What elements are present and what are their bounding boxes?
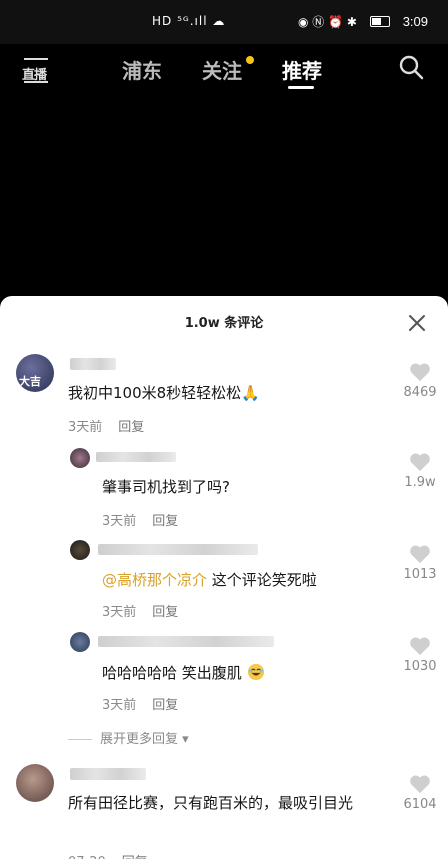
live-button[interactable]: 直播 [22, 54, 50, 84]
tab-recommended[interactable]: 推荐 [282, 55, 322, 84]
laughing-emoji-icon [247, 663, 264, 681]
comment-meta: 07-20 回复 [68, 851, 148, 859]
new-content-dot [246, 56, 254, 64]
search-icon[interactable] [398, 54, 424, 80]
username-blurred[interactable] [70, 358, 116, 370]
active-tab-indicator [288, 86, 314, 89]
avatar[interactable] [70, 540, 90, 560]
like-button[interactable]: 8469 [398, 362, 442, 400]
like-count: 1013 [403, 567, 437, 582]
top-nav: 直播 浦东 关注 推荐 [0, 44, 448, 94]
comment-body: 这个评论笑死啦 [207, 571, 317, 589]
heart-icon [410, 545, 430, 564]
like-count: 1030 [403, 659, 437, 674]
like-button[interactable]: 1013 [398, 544, 442, 582]
live-icon [24, 58, 48, 60]
reply-button[interactable]: 回复 [118, 420, 144, 435]
username-blurred[interactable] [96, 452, 176, 462]
reply-button[interactable]: 回复 [152, 698, 178, 713]
username-blurred[interactable] [98, 636, 274, 647]
expand-replies-button[interactable]: 展开更多回复 ▾ [68, 728, 189, 747]
reply-button[interactable]: 回复 [122, 855, 148, 859]
comment-body: 哈哈哈哈哈 笑出腹肌 [102, 664, 242, 682]
reply-button[interactable]: 回复 [152, 605, 178, 620]
comment-text: @高桥那个凉介 这个评论笑死啦 [102, 569, 317, 590]
comment-time: 07-20 [68, 855, 106, 859]
avatar[interactable] [70, 448, 90, 468]
avatar-badge-text: 大吉 [19, 375, 41, 388]
comments-count-title: 1.0w 条评论 [184, 316, 264, 331]
avatar[interactable] [70, 632, 90, 652]
like-count: 1.9w [404, 475, 436, 490]
status-bar: HD ⁵ᴳ.ıll ☁ ◉ Ⓝ ⏰ ✱ 3:09 [0, 0, 448, 44]
avatar[interactable] [16, 764, 54, 802]
like-button[interactable]: 1.9w [398, 452, 442, 490]
divider [68, 739, 92, 740]
comment-text: 所有田径比赛，只有跑百米的，最吸引目光 [68, 794, 354, 812]
heart-icon [410, 453, 430, 472]
comment-time: 3天前 [102, 698, 137, 713]
tab-pudong[interactable]: 浦东 [122, 55, 162, 84]
clock: 3:09 [402, 14, 428, 29]
comment-time: 3天前 [68, 420, 103, 435]
expand-replies-label: 展开更多回复 ▾ [100, 732, 189, 747]
heart-icon [410, 637, 430, 656]
comments-sheet: 1.0w 条评论 大吉 我初中100米8秒轻轻松松🙏 3天前 回复 8469 肇事… [0, 296, 448, 859]
username-blurred[interactable] [98, 544, 258, 555]
network-icons: HD ⁵ᴳ.ıll ☁ [152, 14, 226, 28]
like-button[interactable]: 6104 [398, 774, 442, 812]
comment-meta: 3天前 回复 [68, 416, 144, 435]
mention-link[interactable]: @高桥那个凉介 [102, 571, 207, 589]
heart-icon [410, 363, 430, 382]
heart-icon [410, 775, 430, 794]
username-blurred[interactable] [70, 768, 146, 780]
status-icons: ◉ Ⓝ ⏰ ✱ [298, 15, 357, 29]
tab-following[interactable]: 关注 [202, 55, 242, 84]
comment-meta: 3天前 回复 [102, 694, 178, 713]
comment-text: 哈哈哈哈哈 笑出腹肌 [102, 662, 265, 683]
comment-text: 肇事司机找到了吗? [102, 478, 230, 496]
comment-meta: 3天前 回复 [102, 601, 178, 620]
like-count: 6104 [403, 797, 437, 812]
comment-meta: 3天前 回复 [102, 510, 178, 529]
like-button[interactable]: 1030 [398, 636, 442, 674]
comment-text: 我初中100米8秒轻轻松松🙏 [68, 384, 260, 402]
battery-icon [370, 16, 390, 27]
close-icon[interactable] [406, 312, 428, 334]
comment-time: 3天前 [102, 605, 137, 620]
comment-time: 3天前 [102, 514, 137, 529]
avatar[interactable]: 大吉 [16, 354, 54, 392]
like-count: 8469 [403, 385, 437, 400]
reply-button[interactable]: 回复 [152, 514, 178, 529]
